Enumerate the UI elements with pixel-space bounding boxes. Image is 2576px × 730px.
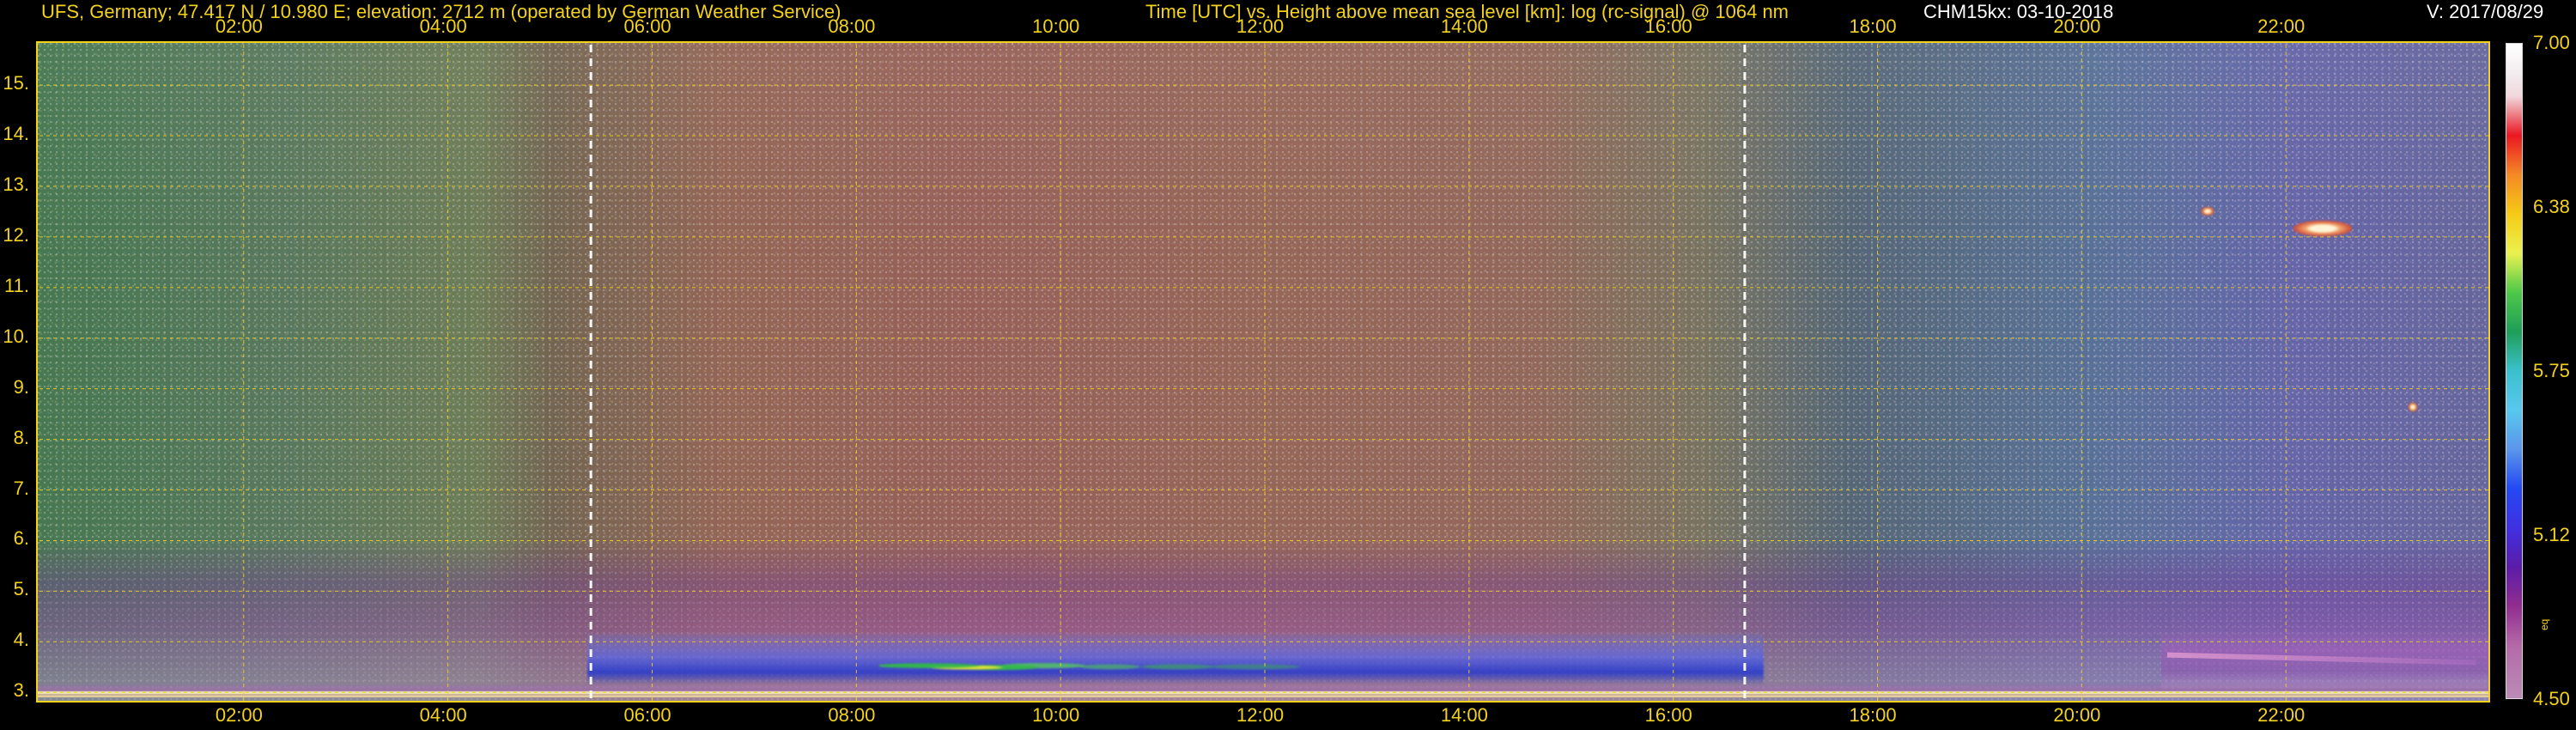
y-tick-label: 15. (3, 72, 29, 94)
x-tick-bottom-label: 08:00 (828, 704, 876, 726)
x-tick-top-label: 06:00 (623, 15, 671, 37)
x-tick-bottom-label: 12:00 (1236, 704, 1285, 726)
y-tick-label: 9. (13, 375, 29, 398)
colorbar-tick-label: 6.38 (2533, 196, 2570, 217)
x-tick-bottom-label: 22:00 (2257, 704, 2306, 726)
version-label: V: 2017/08/29 (2427, 1, 2544, 22)
colorbar-tick-label: 4.50 (2533, 688, 2570, 709)
y-tick-label: 13. (3, 173, 29, 195)
x-tick-top-label: 22:00 (2257, 15, 2306, 37)
y-tick-label: 5. (13, 578, 29, 600)
y-tick-label: 4. (13, 629, 29, 651)
y-tick-label: 10. (3, 325, 29, 347)
x-tick-bottom-label: 06:00 (623, 704, 671, 726)
x-tick-top-label: 04:00 (419, 15, 467, 37)
colorbar-tick-label: 5.12 (2533, 524, 2570, 545)
x-tick-top-label: 02:00 (215, 15, 263, 37)
x-tick-bottom-label: 20:00 (2053, 704, 2101, 726)
y-tick-label: 12. (3, 223, 29, 246)
x-tick-bottom-label: 04:00 (419, 704, 467, 726)
x-tick-bottom-label: 18:00 (1849, 704, 1897, 726)
x-tick-top-label: 20:00 (2053, 15, 2101, 37)
y-tick-label: 8. (13, 426, 29, 448)
x-tick-top-label: 14:00 (1440, 15, 1488, 37)
x-tick-top-label: 08:00 (828, 15, 876, 37)
y-tick-label: 7. (13, 477, 29, 499)
y-tick-label: 3. (13, 679, 29, 702)
chart-grid-svg (39, 45, 2488, 701)
plot-area (36, 41, 2490, 703)
x-tick-top-label: 12:00 (1236, 15, 1285, 37)
x-tick-bottom-label: 14:00 (1440, 704, 1488, 726)
colorbar-tick-label: 7.00 (2533, 32, 2570, 53)
x-tick-top-label: 16:00 (1644, 15, 1692, 37)
x-tick-top-label: 18:00 (1849, 15, 1897, 37)
y-tick-label: 6. (13, 527, 29, 550)
colorbar (2506, 43, 2523, 699)
x-tick-bottom-label: 16:00 (1644, 704, 1692, 726)
y-tick-label: 11. (4, 274, 29, 296)
x-tick-bottom-label: 10:00 (1032, 704, 1080, 726)
colorbar-minor-label: eq (2538, 618, 2550, 630)
x-tick-top-label: 10:00 (1032, 15, 1080, 37)
x-tick-bottom-label: 02:00 (215, 704, 263, 726)
y-tick-label: 14. (3, 123, 29, 145)
colorbar-tick-label: 5.75 (2533, 360, 2570, 381)
